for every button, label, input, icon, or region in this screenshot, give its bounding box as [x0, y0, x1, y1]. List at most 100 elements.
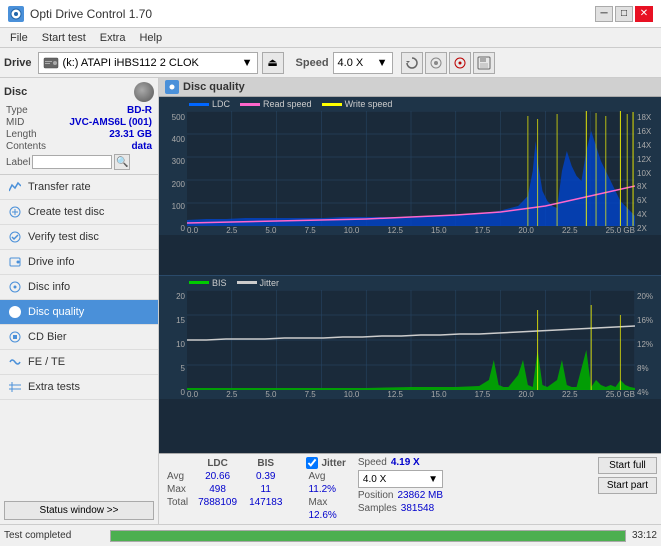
bis-legend-label: BIS [212, 278, 227, 288]
stats-max-ldc: 498 [192, 483, 243, 496]
x1-22.5: 22.5 [562, 226, 578, 235]
stats-avg-jitter: 11.2% [306, 484, 345, 495]
sidebar-item-disc-info[interactable]: Disc info [0, 275, 158, 300]
x2-10: 10.0 [344, 390, 360, 399]
speed-setting-display[interactable]: 4.0 X ▼ [358, 470, 443, 488]
x1-5: 5.0 [265, 226, 276, 235]
sidebar-item-verify-test-disc[interactable]: Verify test disc [0, 225, 158, 250]
disc-graphic [134, 82, 154, 102]
y1-label-200: 200 [172, 180, 185, 189]
yr1-12x: 12X [637, 155, 651, 164]
speed-current-row: Speed 4.19 X [358, 457, 443, 468]
bis-legend: BIS [189, 278, 227, 288]
drive-selector[interactable]: (k:) ATAPI iHBS112 2 CLOK ▼ [38, 52, 258, 74]
save-button[interactable] [473, 52, 495, 74]
sidebar-item-extra-tests[interactable]: Extra tests [0, 375, 158, 400]
sidebar-item-create-test-disc[interactable]: Create test disc [0, 200, 158, 225]
x1-10: 10.0 [344, 226, 360, 235]
x2-0: 0.0 [187, 390, 198, 399]
jitter-checkbox[interactable] [306, 457, 318, 469]
stats-avg-bis: 0.39 [243, 470, 288, 483]
sidebar-item-disc-quality[interactable]: Disc quality [0, 300, 158, 325]
speed-setting-val: 4.0 X [363, 474, 386, 485]
sidebar-item-transfer-rate[interactable]: Transfer rate [0, 175, 158, 200]
disc-length-value: 23.31 GB [109, 129, 152, 140]
stats-max-label: Max [163, 483, 192, 496]
menu-help[interactable]: Help [133, 31, 168, 45]
disc-icon-btn[interactable] [449, 52, 471, 74]
ldc-legend: LDC [189, 99, 230, 109]
speed-value: 4.0 X [338, 57, 364, 69]
eject-button[interactable]: ⏏ [262, 52, 284, 74]
drive-text: (k:) ATAPI iHBS112 2 CLOK [63, 57, 238, 69]
refresh-button[interactable] [401, 52, 423, 74]
bis-legend-color [189, 281, 209, 284]
disc-type-row: Type BD-R [4, 105, 154, 116]
verify-icon [8, 230, 22, 244]
ldc-legend-color [189, 103, 209, 106]
statusbar: Test completed 33:12 [0, 524, 661, 546]
read-speed-legend: Read speed [240, 99, 312, 109]
yr1-10x: 10X [637, 169, 651, 178]
sidebar-item-drive-info[interactable]: Drive info [0, 250, 158, 275]
menu-extra[interactable]: Extra [94, 31, 132, 45]
disc-mid-value: JVC-AMS6L (001) [69, 117, 152, 128]
chart2-x-axis: 0.0 2.5 5.0 7.5 10.0 12.5 15.0 17.5 20.0… [187, 390, 635, 399]
nav-label-create-test: Create test disc [28, 206, 104, 218]
yr1-2x: 2X [637, 224, 647, 233]
jitter-label: Jitter [321, 458, 345, 469]
settings-button[interactable] [425, 52, 447, 74]
jitter-check-row: Jitter [306, 457, 345, 469]
y1-label-300: 300 [172, 157, 185, 166]
sidebar-item-cd-bier[interactable]: CD Bier [0, 325, 158, 350]
x1-0: 0.0 [187, 226, 198, 235]
close-button[interactable]: ✕ [635, 6, 653, 22]
max-jitter-label: Max [306, 497, 345, 508]
x1-15: 15.0 [431, 226, 447, 235]
stats-table: LDC BIS Avg 20.66 0.39 Max 498 11 [163, 457, 300, 509]
disc-contents-value: data [131, 141, 152, 152]
disc-panel-title: Disc [4, 86, 27, 98]
jitter-legend: Jitter [237, 278, 280, 288]
nav-label-cd-bier: CD Bier [28, 331, 67, 343]
speed-label: Speed [296, 57, 329, 69]
transfer-rate-icon [8, 180, 22, 194]
samples-val: 381548 [401, 503, 434, 514]
yr1-14x: 14X [637, 141, 651, 150]
disc-label-input[interactable] [32, 155, 112, 169]
write-speed-legend-label: Write speed [345, 99, 393, 109]
menu-file[interactable]: File [4, 31, 34, 45]
chart1-y-axis-right: 18X 16X 14X 12X 10X 8X 6X 4X 2X [635, 111, 661, 235]
start-full-button[interactable]: Start full [598, 457, 657, 474]
nav-label-verify: Verify test disc [28, 231, 99, 243]
content-area: Disc quality LDC Read spee [159, 78, 661, 524]
disc-contents-label: Contents [6, 141, 46, 152]
write-speed-legend-color [322, 103, 342, 106]
x1-7.5: 7.5 [305, 226, 316, 235]
disc-mid-label: MID [6, 117, 24, 128]
disc-label-label: Label [6, 157, 30, 168]
sidebar-item-fe-te[interactable]: FE / TE [0, 350, 158, 375]
y2-15: 15 [176, 316, 185, 325]
nav-label-fe-te: FE / TE [28, 356, 65, 368]
chart2-y-axis-left: 20 15 10 5 0 [159, 290, 187, 399]
disc-label-button[interactable]: 🔍 [114, 154, 130, 170]
position-label: Position [358, 490, 394, 501]
chart1-y-axis-left: 500 400 300 200 100 0 [159, 111, 187, 235]
y2-10: 10 [176, 340, 185, 349]
minimize-button[interactable]: ─ [595, 6, 613, 22]
menubar: File Start test Extra Help [0, 28, 661, 48]
yr1-6x: 6X [637, 196, 647, 205]
maximize-button[interactable]: □ [615, 6, 633, 22]
y1-label-100: 100 [172, 202, 185, 211]
drive-info-icon [8, 255, 22, 269]
status-window-button[interactable]: Status window >> [4, 501, 154, 520]
x1-12.5: 12.5 [387, 226, 403, 235]
sidebar: Disc Type BD-R MID JVC-AMS6L (001) Lengt… [0, 78, 159, 524]
x2-2.5: 2.5 [226, 390, 237, 399]
drive-label: Drive [4, 57, 32, 69]
stats-total-label: Total [163, 496, 192, 509]
start-part-button[interactable]: Start part [598, 477, 657, 494]
menu-start-test[interactable]: Start test [36, 31, 92, 45]
speed-selector[interactable]: 4.0 X ▼ [333, 52, 393, 74]
